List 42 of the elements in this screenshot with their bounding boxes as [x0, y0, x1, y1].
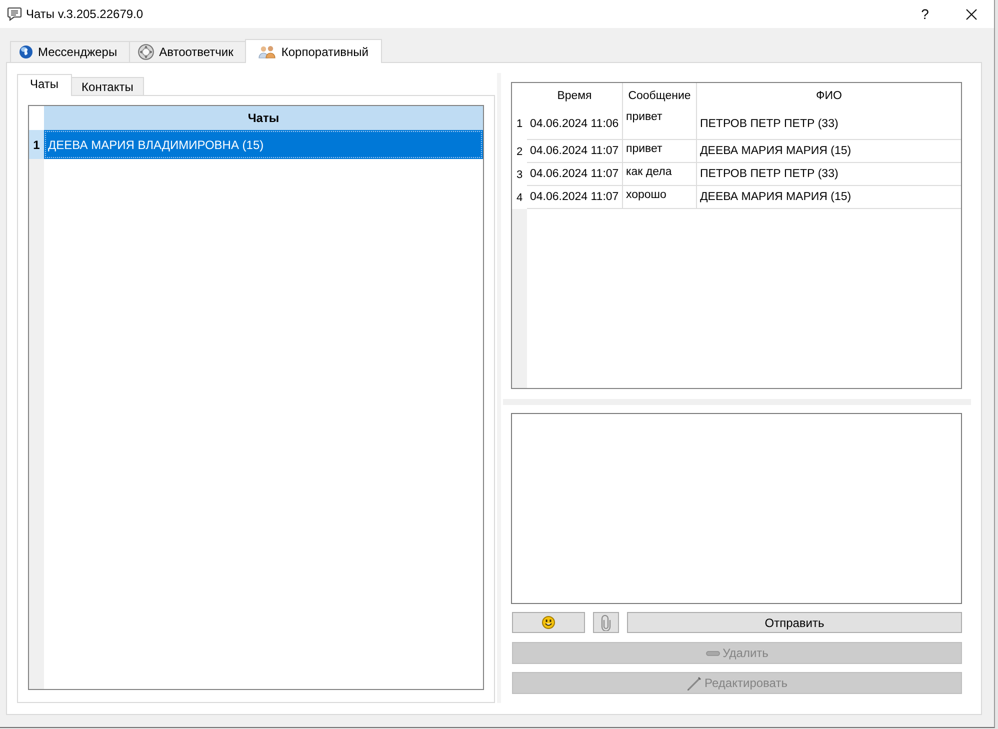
table-cell: ДЕЕВА МАРИЯ МАРИЯ (15)	[697, 186, 961, 209]
attach-button[interactable]	[593, 612, 619, 633]
send-button[interactable]: Отправить	[627, 612, 962, 633]
column-header: Чаты	[44, 106, 483, 130]
pencil-icon	[686, 676, 702, 690]
close-icon	[966, 8, 976, 20]
tab[interactable]: Автоответчик	[129, 41, 246, 62]
table-cell: привет	[623, 140, 697, 163]
table-cell: ПЕТРОВ ПЕТР ПЕТР (33)	[697, 163, 961, 186]
table-cell: привет	[623, 108, 697, 140]
row-number: 1	[515, 117, 524, 132]
table-cell: 04.06.2024 11:06	[527, 108, 623, 140]
circle-arrows-icon	[138, 44, 154, 60]
table-cell: хорошо	[623, 186, 697, 209]
people-icon	[258, 44, 276, 58]
tab[interactable]: Контакты	[70, 77, 144, 95]
table-cell: ПЕТРОВ ПЕТР ПЕТР (33)	[697, 108, 961, 140]
column-header: Время	[527, 83, 623, 108]
table-cell: 04.06.2024 11:07	[527, 186, 623, 209]
tab[interactable]: Корпоративный	[245, 39, 382, 63]
table-cell: 04.06.2024 11:07	[527, 140, 623, 163]
chat-bubble-icon	[7, 7, 22, 21]
table-cell: как дела	[623, 163, 697, 186]
column-header: Сообщение	[623, 83, 697, 108]
row-number: 2	[515, 144, 524, 160]
chat-list-item[interactable]: ДЕЕВА МАРИЯ ВЛАДИМИРОВНА (15)	[44, 130, 483, 159]
globe-icon	[19, 45, 33, 59]
tab[interactable]: Чаты	[17, 74, 72, 96]
table-cell: 04.06.2024 11:07	[527, 163, 623, 186]
row-number: 3	[515, 168, 524, 182]
minus-icon	[706, 650, 720, 656]
row-number: 1	[29, 130, 44, 159]
message-input[interactable]	[511, 413, 962, 604]
column-header: ФИО	[815, 88, 843, 104]
row-number: 4	[515, 190, 524, 206]
smiley-icon	[542, 616, 555, 629]
table-cell: ДЕЕВА МАРИЯ МАРИЯ (15)	[697, 140, 961, 163]
tab[interactable]: Мессенджеры	[10, 41, 130, 62]
help-button[interactable]: ?	[902, 0, 948, 28]
paperclip-icon	[601, 614, 611, 630]
emoji-button[interactable]	[512, 612, 585, 633]
window-title: Чаты v.3.205.22679.0	[26, 7, 144, 21]
